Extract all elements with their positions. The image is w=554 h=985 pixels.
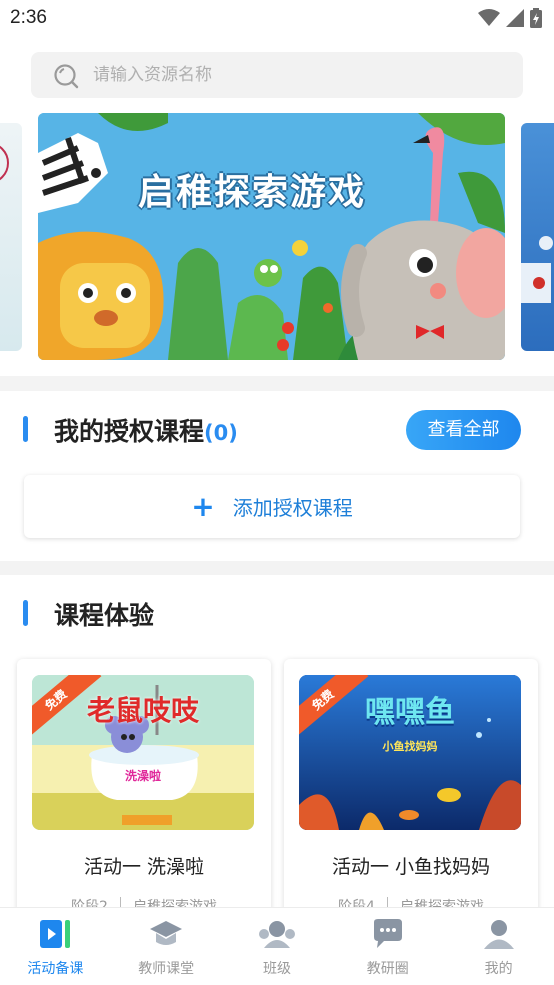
chat-bubble-icon [370,916,406,952]
wifi-icon [478,9,500,26]
nav-item-research-circle[interactable]: 教研圈 [332,908,443,985]
thumbnail-title: 老鼠吱吱 [86,694,199,727]
course-card[interactable]: 免费 老鼠吱吱 洗澡啦 活动一 洗澡啦 阶段2 启稚探索游戏 [17,659,271,929]
banner-carousel[interactable]: 启稚探索游戏 [0,113,554,361]
section-title: 我的授权课程(0) [54,412,238,448]
course-experience-header: 课程体验 [0,594,554,634]
banner-title: 启稚探索游戏 [138,172,367,213]
view-all-button[interactable]: 查看全部 [406,410,521,450]
status-time: 2:36 [10,7,47,28]
search-box[interactable] [31,52,523,98]
section-accent-bar [23,416,28,442]
nav-label: 活动备课 [27,961,84,977]
person-icon [482,916,516,952]
section-divider [0,376,554,391]
nav-label: 教师课堂 [138,961,195,977]
banner-slide[interactable]: 启稚探索游戏 [38,113,505,360]
bottom-navigation: 活动备课 教师课堂 班级 教研圈 我的 [0,907,554,985]
add-authorized-course-button[interactable]: + 添加授权课程 [24,475,520,538]
course-experience-title: 课程体验 [54,601,155,630]
nav-label: 我的 [484,961,513,977]
course-card[interactable]: 免费 嘿嘿鱼 小鱼找妈妈 活动一 小鱼找妈妈 阶段4 启稚探索游戏 [284,659,538,929]
thumbnail-subtitle: 小鱼找妈妈 [382,740,438,753]
authorized-courses-title: 我的授权课程 [54,417,205,446]
banner-next-slide[interactable] [521,123,554,351]
nav-item-lesson-prep[interactable]: 活动备课 [0,908,111,985]
authorized-courses-count: (0) [204,421,238,445]
banner-prev-slide[interactable] [0,123,22,351]
class-icon [258,916,296,952]
status-icons [478,8,542,28]
lesson-prep-icon [38,916,72,952]
plus-icon: + [191,489,215,523]
thumbnail-title: 嘿嘿鱼 [365,695,455,730]
section-divider [0,561,554,575]
course-thumbnail: 免费 老鼠吱吱 洗澡啦 [32,675,254,830]
course-name: 活动一 洗澡啦 [83,856,205,878]
banner-illustration [38,113,505,360]
thumbnail-subtitle: 洗澡啦 [124,769,161,783]
add-authorized-course-label: 添加授权课程 [232,496,353,520]
search-input[interactable] [93,52,503,98]
search-icon [54,64,79,89]
signal-icon [506,9,524,27]
nav-label: 班级 [262,961,291,977]
course-thumbnail: 免费 嘿嘿鱼 小鱼找妈妈 [299,675,521,830]
status-bar: 2:36 [0,0,554,38]
course-name: 活动一 小鱼找妈妈 [331,856,491,878]
nav-label: 教研圈 [366,961,409,977]
section-accent-bar [23,600,28,626]
graduation-cap-icon [148,916,184,952]
nav-item-me[interactable]: 我的 [443,908,554,985]
battery-icon [530,8,542,28]
nav-item-teacher-classroom[interactable]: 教师课堂 [111,908,222,985]
nav-item-class[interactable]: 班级 [222,908,333,985]
